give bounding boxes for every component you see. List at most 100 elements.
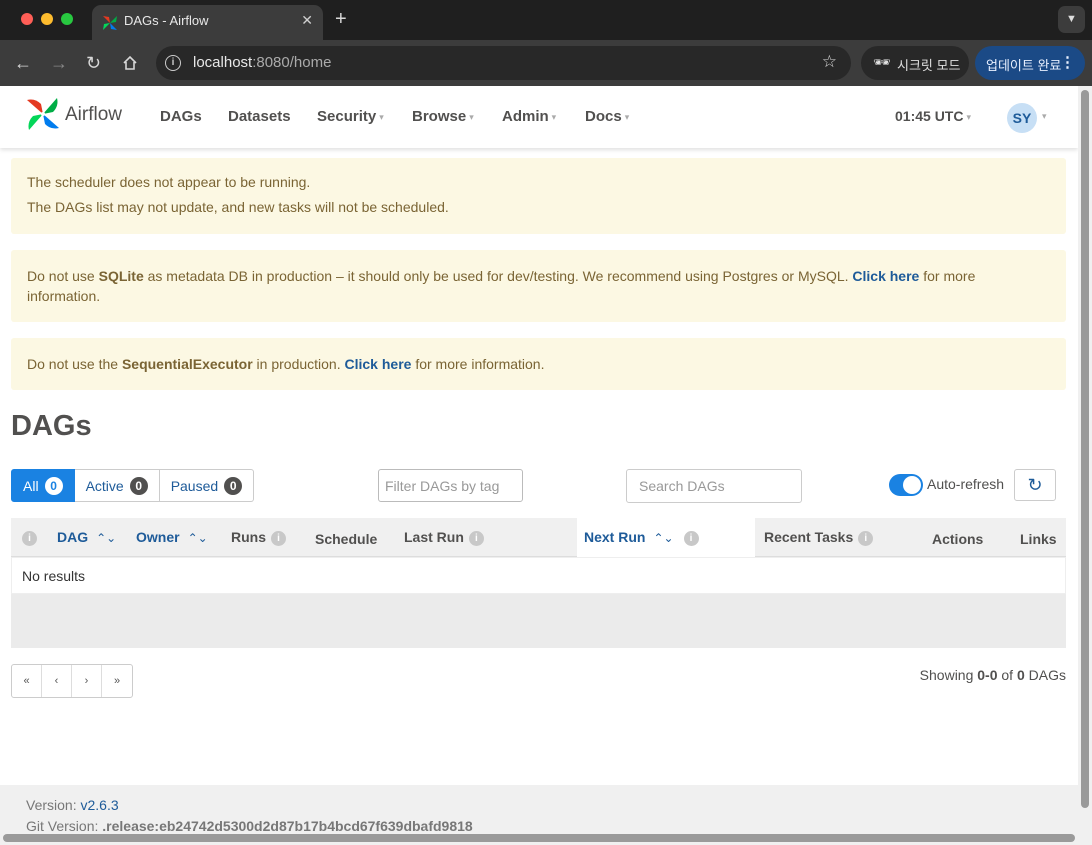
sqlite-click-here-link[interactable]: Click here [852,268,919,284]
git-version-value: .release:eb24742d5300d2d87b17b4bcd67f639… [102,818,473,831]
more-menu-icon[interactable]: ⋮ [1060,53,1075,71]
maximize-window-button[interactable] [61,13,73,25]
table-row: No results [11,557,1066,594]
airflow-logo-icon[interactable] [25,96,61,132]
filter-paused-button[interactable]: Paused 0 [159,469,255,502]
incognito-icon: 🕶 [873,54,891,70]
alert-text: The scheduler does not appear to be runn… [27,174,311,190]
bookmark-star-icon[interactable]: ☆ [822,52,837,72]
count-badge: 0 [224,476,243,495]
table-footer [11,594,1066,648]
alert-text: Do not use [27,268,99,284]
executor-alert: Do not use the SequentialExecutor in pro… [11,338,1066,390]
reload-icon[interactable]: ↻ [86,53,101,74]
vertical-scrollbar[interactable] [1078,86,1092,831]
back-arrow-icon[interactable]: ← [14,53,32,74]
sort-icon: ⌃⌄ [187,531,208,545]
utc-clock[interactable]: 01:45 UTC ▾ [895,108,971,124]
version-info: Version: v2.6.3 [26,797,119,813]
info-icon[interactable]: i [858,530,874,546]
forward-arrow-icon[interactable]: → [50,53,68,74]
column-recent-tasks: Recent Tasks i [764,529,874,546]
column-dag[interactable]: DAG ⌃⌄ [57,529,116,545]
filter-active-button[interactable]: Active 0 [74,469,160,502]
incognito-indicator[interactable]: 🕶 시크릿 모드 [861,46,969,80]
close-window-button[interactable] [21,13,33,25]
browser-toolbar: ← → ↻ i localhost:8080/home ☆ 🕶 시크릿 모드 업… [0,40,1092,86]
home-icon[interactable] [122,55,138,71]
info-icon[interactable]: i [468,530,484,546]
nav-datasets[interactable]: Datasets [228,108,291,125]
alert-text: in production. [252,356,345,372]
airflow-favicon-icon [103,16,117,30]
column-links: Links [1020,531,1057,547]
caret-down-icon: ▾ [469,111,474,122]
caret-down-icon: ▾ [624,111,630,122]
tag-filter-input[interactable] [378,469,523,502]
scrollbar-thumb[interactable] [1081,90,1089,808]
update-label: 업데이트 완료 [986,58,1062,73]
info-icon[interactable]: i [271,530,286,546]
horizontal-scrollbar[interactable] [0,831,1092,845]
column-next-run[interactable]: Next Run ⌃⌄ i [584,529,699,546]
scrollbar-thumb[interactable] [3,834,1075,842]
browser-tabbar: DAGs - Airflow ✕ + ▼ [0,0,1092,40]
incognito-label: 시크릿 모드 [897,58,961,73]
new-tab-button[interactable]: + [335,8,347,31]
refresh-icon: ↻ [1027,475,1043,495]
page-footer: Version: v2.6.3 Git Version: .release:eb… [0,785,1078,831]
column-schedule: Schedule [315,531,378,547]
scheduler-alert: The scheduler does not appear to be runn… [11,158,1066,234]
status-filter-group: All 0 Active 0 Paused 0 [11,469,255,502]
airflow-brand[interactable]: Airflow [65,104,122,126]
last-page-button[interactable]: » [102,665,132,697]
column-actions: Actions [932,531,984,547]
column-info: i [22,529,37,546]
user-avatar[interactable]: SY [1007,103,1037,133]
minimize-window-button[interactable] [41,13,53,25]
caret-down-icon: ▾ [966,111,971,122]
nav-docs[interactable]: Docs ▾ [585,108,629,125]
version-link[interactable]: v2.6.3 [80,797,118,813]
showing-count: Showing 0-0 of 0 DAGs [919,667,1066,683]
info-icon[interactable]: i [683,530,699,546]
nav-security[interactable]: Security ▾ [317,108,384,125]
sort-icon: ⌃⌄ [96,531,117,545]
auto-refresh-toggle[interactable] [889,474,923,496]
browser-tab-active[interactable]: DAGs - Airflow ✕ [92,5,323,40]
address-bar[interactable]: i localhost:8080/home ☆ [156,46,851,80]
sqlite-alert: Do not use SQLite as metadata DB in prod… [11,250,1066,322]
first-page-button[interactable]: « [12,665,42,697]
auto-refresh-label: Auto-refresh [927,476,1005,492]
nav-admin[interactable]: Admin ▾ [502,108,556,125]
executor-click-here-link[interactable]: Click here [345,356,412,372]
dags-table-header: i DAG ⌃⌄ Owner ⌃⌄ Runs i Schedule Last Run i… [11,518,1066,557]
pagination: « ‹ › » [11,664,133,698]
column-owner[interactable]: Owner ⌃⌄ [136,529,208,545]
next-page-button[interactable]: › [72,665,102,697]
info-icon[interactable]: i [22,530,37,546]
filter-all-button[interactable]: All 0 [11,469,75,502]
alert-emphasis: SequentialExecutor [121,356,253,372]
nav-dags[interactable]: DAGs [160,108,202,125]
refresh-button[interactable]: ↻ [1014,469,1056,501]
tab-search-chevron-icon[interactable]: ▼ [1058,6,1085,33]
column-runs: Runs i [231,529,286,546]
site-info-icon[interactable]: i [165,55,181,71]
no-results-text: No results [22,568,86,584]
previous-page-button[interactable]: ‹ [42,665,72,697]
count-badge: 0 [44,476,63,495]
update-button[interactable]: 업데이트 완료 ⋮ [975,46,1085,80]
git-version-info: Git Version: .release:eb24742d5300d2d87b… [26,818,473,831]
airflow-navbar: Airflow DAGs Datasets Security ▾ Browse ▾ … [0,86,1078,148]
caret-down-icon: ▾ [379,111,384,122]
nav-browse[interactable]: Browse ▾ [412,108,474,125]
url-text: localhost:8080/home [193,54,332,71]
close-tab-icon[interactable]: ✕ [301,12,313,29]
sort-icon: ⌃⌄ [653,531,674,545]
alert-text: Do not use the [27,356,122,372]
tab-title: DAGs - Airflow [124,13,209,28]
caret-down-icon[interactable]: ▾ [1042,111,1047,122]
search-dags-input[interactable] [626,469,802,503]
count-badge: 0 [129,476,148,495]
